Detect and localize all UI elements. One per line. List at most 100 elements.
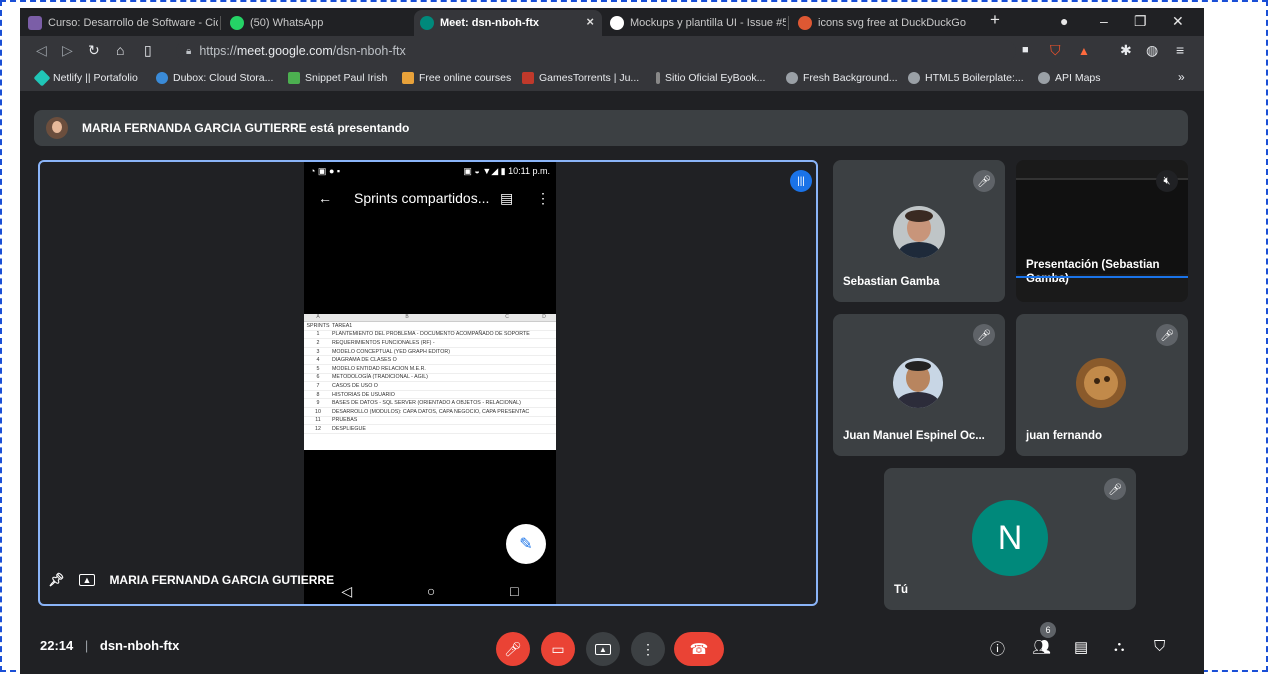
bookmark-label: Snippet Paul Irish <box>305 72 388 84</box>
tab-separator <box>788 16 789 30</box>
tab-label: icons svg free at DuckDuckGo <box>818 17 966 29</box>
presentation-label: Presentación (Sebastian Gamba) <box>1026 259 1160 285</box>
back-arrow-icon: ← <box>318 190 332 206</box>
back-icon[interactable]: ◁ <box>36 42 47 59</box>
sheet-cell: REQUERIMIENTOS FUNCIONALES (RF) - <box>332 339 435 346</box>
new-tab-button[interactable]: + <box>990 10 1000 30</box>
bookmark-snippet[interactable]: Snippet Paul Irish <box>288 72 387 84</box>
dubox-icon <box>156 72 168 84</box>
leave-call-button[interactable]: ☎︎ <box>674 632 724 666</box>
bookmark-fresh-background[interactable]: Fresh Background... <box>786 72 898 84</box>
sheet-row-number: 5 <box>316 365 320 372</box>
forward-icon[interactable]: ▷ <box>62 42 73 59</box>
bookmark-icon[interactable]: ▯ <box>144 42 152 59</box>
bookmark-html5-boilerplate[interactable]: HTML5 Boilerplate:... <box>908 72 1024 84</box>
more-vert-icon: ⋮ <box>641 640 655 657</box>
bookmark-api-maps[interactable]: API Maps <box>1038 72 1101 84</box>
participant-tile[interactable]: 🎤︎ Sebastian Gamba <box>833 160 1005 302</box>
sheet-row: 2 REQUERIMIENTOS FUNCIONALES (RF) - <box>304 339 556 348</box>
sheet-cell: METODOLOGÍA (TRADICIONAL - AGIL) <box>332 374 428 381</box>
minimize-icon[interactable]: – <box>1100 13 1108 29</box>
courses-icon <box>402 72 414 84</box>
address-bar[interactable]: 🔒︎ https://meet.google.com/dsn-nboh-ftx <box>176 40 1016 62</box>
url-host: meet.google.com <box>236 44 333 58</box>
android-home-icon: ○ <box>426 583 436 599</box>
profile-dot-icon[interactable]: ● <box>1060 13 1068 29</box>
bookmark-label: GamesTorrents | Ju... <box>539 72 640 84</box>
participant-avatar <box>893 358 943 408</box>
android-nav-bar: ◁ ○ □ <box>304 574 556 604</box>
tab-whatsapp[interactable]: (50) WhatsApp <box>224 10 404 36</box>
bookmark-eybook[interactable]: Sitio Oficial EyBook... <box>656 72 765 84</box>
participant-name: Sebastian Gamba <box>843 276 940 288</box>
phone-time-text: 10:11 p.m. <box>508 165 550 176</box>
sheet-cell: SPRINTS <box>306 322 330 329</box>
tab-label: Mockups y plantilla UI - Issue #5 - S <box>630 17 786 29</box>
sheet-row: 8 HISTORIAS DE USUARIO <box>304 391 556 400</box>
self-tile[interactable]: 🎤︎ N Tú <box>884 468 1136 610</box>
participant-tile[interactable]: 🎤︎ juan fernando <box>1016 314 1188 456</box>
more-options-button[interactable]: ⋮ <box>631 632 665 666</box>
bookmark-courses[interactable]: Free online courses <box>402 72 511 84</box>
sheet-row: 9 BASES DE DATOS - SQL SERVER (ORIENTADO … <box>304 399 556 408</box>
people-icon[interactable]: 👥︎ <box>1032 638 1051 656</box>
reload-icon[interactable]: ↻ <box>88 42 100 59</box>
presentation-progress <box>1016 276 1188 278</box>
close-tab-icon[interactable]: × <box>586 14 594 29</box>
sheet-row-number: 9 <box>316 400 320 407</box>
bookmark-gamestorrents[interactable]: GamesTorrents | Ju... <box>522 72 639 84</box>
sheet-cell: BASES DE DATOS - SQL SERVER (ORIENTADO A… <box>332 400 521 407</box>
sheet-col: A <box>316 314 320 320</box>
home-icon[interactable]: ⌂ <box>116 42 124 58</box>
tab-meet[interactable]: Meet: dsn-nboh-ftx × <box>414 10 602 36</box>
tab-duckduckgo[interactable]: icons svg free at DuckDuckGo <box>792 10 972 36</box>
sheet-row-number: 4 <box>316 357 320 364</box>
bookmark-netlify[interactable]: Netlify || Portafolio <box>33 69 138 87</box>
brave-shield-icon[interactable]: ⛉ <box>1050 42 1061 59</box>
rewards-icon[interactable]: ▲ <box>1078 44 1090 58</box>
host-controls-icon[interactable]: ⛉ <box>1154 638 1165 655</box>
pin-icon[interactable]: 📌︎ <box>48 572 65 588</box>
app-title: Sprints compartidos... <box>354 190 490 206</box>
participant-avatar <box>1076 358 1126 408</box>
sheet-row-number: 8 <box>316 391 320 398</box>
camera-indicator-icon[interactable]: ■ <box>1022 44 1029 56</box>
more-vert-icon: ⋮ <box>536 189 550 206</box>
tab-curso[interactable]: Curso: Desarrollo de Software - Cic <box>22 10 218 36</box>
sheet-row-number: 6 <box>316 374 320 381</box>
tab-label: Meet: dsn-nboh-ftx <box>440 17 539 29</box>
mic-off-icon: 🎤︎ <box>973 170 995 192</box>
close-window-icon[interactable]: ✕ <box>1172 13 1184 30</box>
mic-toggle-button[interactable]: 🎤︎ <box>496 632 530 666</box>
sheet-row: 5 MODELO ENTIDAD RELACION M.E.R. <box>304 365 556 374</box>
menu-icon[interactable]: ≡ <box>1176 42 1184 58</box>
tab-mockups[interactable]: Mockups y plantilla UI - Issue #5 - S <box>604 10 786 36</box>
meeting-separator: | <box>84 638 89 653</box>
meeting-details-icon[interactable]: ⓘ <box>990 638 1005 659</box>
camera-toggle-button[interactable]: ▭ <box>541 632 575 666</box>
extensions-icon[interactable]: ✱ <box>1120 42 1132 59</box>
globe-icon <box>1038 72 1050 84</box>
screen-frame: Curso: Desarrollo de Software - Cic (50)… <box>0 0 1268 674</box>
activities-icon[interactable]: ⛬ <box>1114 638 1125 655</box>
mic-off-icon: 🎤︎ <box>1156 324 1178 346</box>
sheet-col: C <box>505 314 509 320</box>
presentation-tile[interactable]: 🔇︎ Presentación (Sebastian Gamba) <box>1016 160 1188 302</box>
bookmark-dubox[interactable]: Dubox: Cloud Stora... <box>156 72 273 84</box>
tab-strip: Curso: Desarrollo de Software - Cic (50)… <box>20 8 1204 36</box>
bookmark-label: Sitio Oficial EyBook... <box>665 72 766 84</box>
sheet-row: 12 DESPLIEGUE <box>304 425 556 434</box>
sheet-row: 11 PRUEBAS <box>304 417 556 426</box>
sheet-row-number: 10 <box>315 408 321 415</box>
participant-tile[interactable]: 🎤︎ Juan Manuel Espinel Oc... <box>833 314 1005 456</box>
maximize-icon[interactable]: ❐ <box>1134 13 1147 30</box>
main-presentation[interactable]: ◔ ▣ ● ▪ ▣ ◒ ▼◢ ▮ 10:11 p.m. ← Sprints co… <box>38 160 818 606</box>
present-button[interactable]: ▲ <box>586 632 620 666</box>
sheet-column-header: A B C D <box>304 314 556 322</box>
tab-label: Curso: Desarrollo de Software - Cic <box>48 17 218 29</box>
globe-icon <box>786 72 798 84</box>
chat-icon[interactable]: ▤ <box>1074 638 1088 656</box>
volume-off-icon: 🔇︎ <box>1156 170 1178 192</box>
profile-icon[interactable]: ◍ <box>1146 42 1158 59</box>
more-bookmarks-button[interactable]: » <box>1178 70 1185 84</box>
